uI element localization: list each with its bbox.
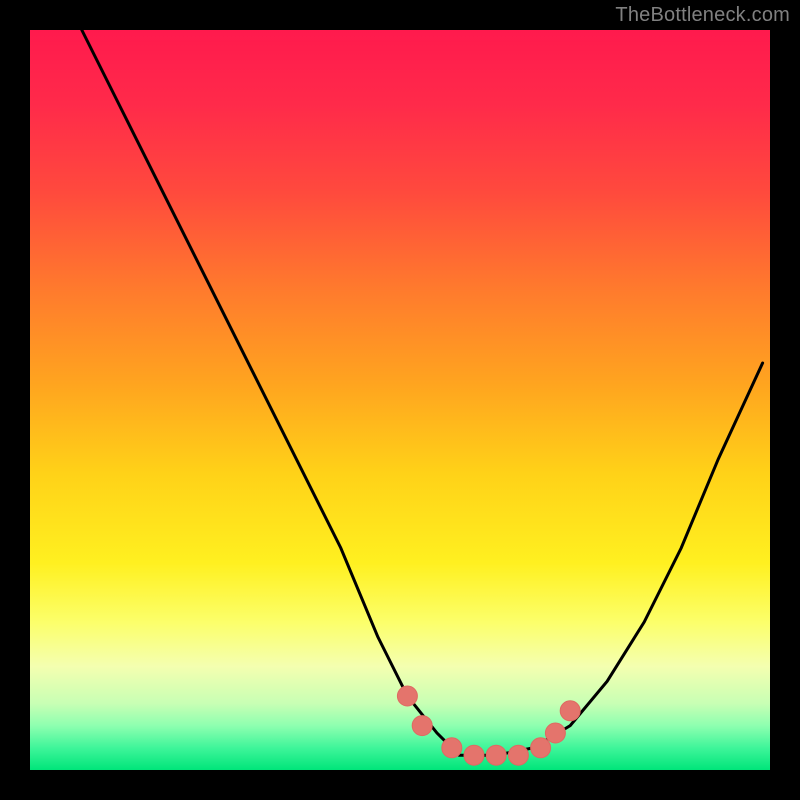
curve-marker [531, 738, 551, 758]
curve-marker [397, 686, 417, 706]
bottleneck-curve [82, 30, 763, 755]
curve-marker [545, 723, 565, 743]
curve-marker [560, 701, 580, 721]
curve-marker [508, 745, 528, 765]
curve-marker [486, 745, 506, 765]
curve-marker [412, 716, 432, 736]
curve-layer [82, 30, 763, 755]
curve-marker [442, 738, 462, 758]
watermark-text: TheBottleneck.com [615, 4, 790, 27]
curve-markers [397, 686, 580, 765]
chart-svg-layer [0, 0, 800, 800]
curve-marker [464, 745, 484, 765]
chart-frame: TheBottleneck.com [0, 0, 800, 800]
